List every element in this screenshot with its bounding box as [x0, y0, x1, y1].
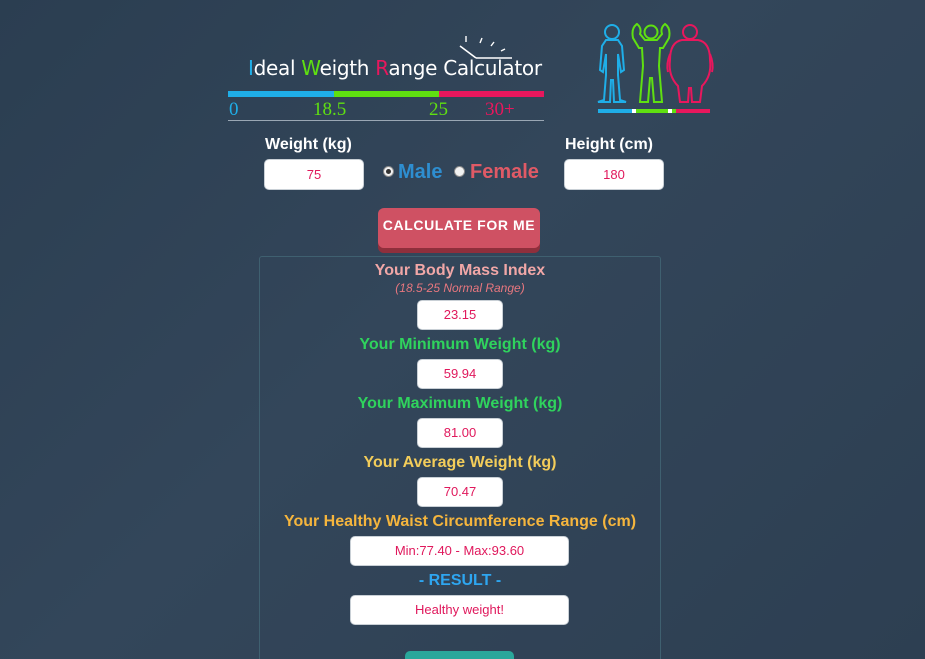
logo-title-part: R: [375, 56, 389, 80]
bmi-label: Your Body Mass Index: [374, 262, 546, 279]
min-weight-value: 59.94: [417, 359, 503, 389]
waist-range-label: Your Healthy Waist Circumference Range (…: [283, 513, 637, 530]
calculate-button[interactable]: CALCULATE FOR ME: [378, 208, 540, 248]
max-weight-label: Your Maximum Weight (kg): [357, 395, 563, 412]
scale-label: 0: [229, 99, 239, 120]
logo-title-part: W: [301, 56, 320, 80]
weight-input[interactable]: [264, 159, 364, 190]
male-radio[interactable]: [383, 166, 394, 177]
max-weight-value: 81.00: [417, 418, 503, 448]
bmi-value: 23.15: [417, 300, 503, 330]
female-radio[interactable]: [454, 166, 465, 177]
female-label[interactable]: Female: [470, 161, 539, 184]
scale-segment-normal: [334, 91, 439, 97]
bottom-action-button[interactable]: [405, 651, 514, 659]
divider: [228, 120, 544, 121]
scale-label: 25: [429, 99, 448, 120]
body-types-illustration: [597, 22, 714, 113]
min-weight-label: Your Minimum Weight (kg): [359, 336, 561, 353]
waist-range-value: Min:77.40 - Max:93.60: [350, 536, 569, 566]
height-input[interactable]: [564, 159, 664, 190]
logo-title-part: eigth: [319, 56, 376, 80]
scale-segment-underweight: [228, 91, 334, 97]
avg-weight-value: 70.47: [417, 477, 503, 507]
logo-title-part: deal: [253, 56, 302, 80]
app-logo: Ideal Weigth Range Calculator 0 18.5 25 …: [228, 30, 548, 122]
scale-icon: [459, 36, 512, 59]
bmi-scale-bar: [228, 91, 544, 97]
height-label: Height (cm): [565, 136, 653, 153]
bmi-normal-range-note: (18.5-25 Normal Range): [395, 281, 525, 295]
male-label[interactable]: Male: [398, 161, 442, 184]
bmi-scale-labels: 0 18.5 25 30+: [228, 99, 544, 121]
scale-label: 30+: [485, 99, 515, 120]
result-value: Healthy weight!: [350, 595, 569, 625]
scale-label: 18.5: [313, 99, 347, 120]
scale-segment-overweight: [439, 91, 544, 97]
avg-weight-label: Your Average Weight (kg): [363, 454, 557, 471]
result-label: - RESULT -: [418, 572, 502, 589]
weight-label: Weight (kg): [265, 136, 352, 153]
